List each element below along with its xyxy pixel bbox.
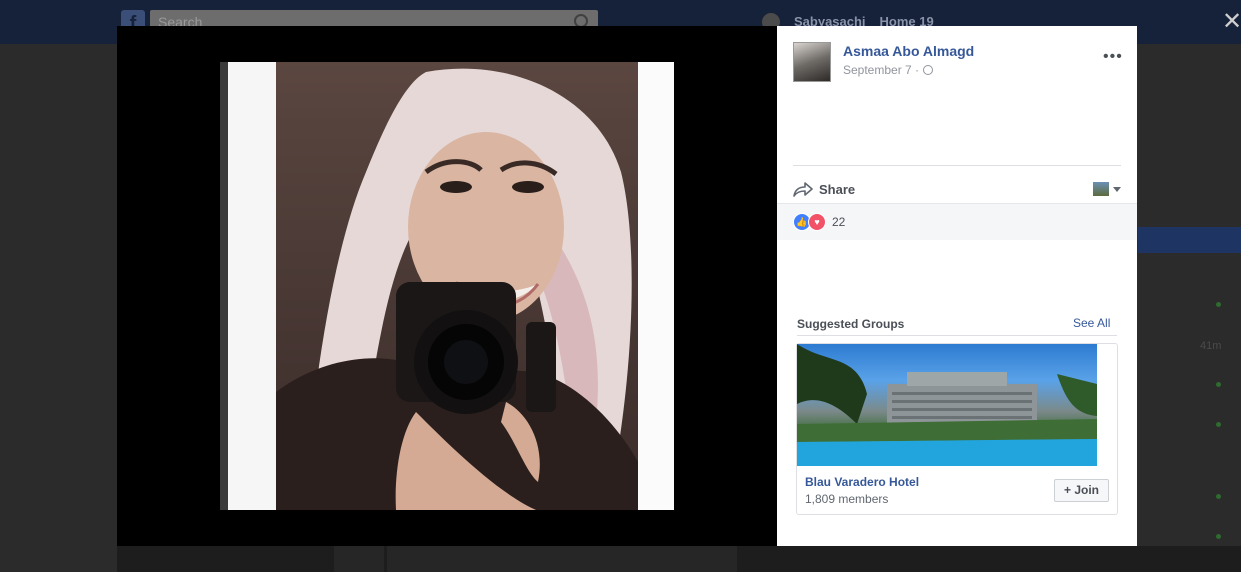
author-name-link[interactable]: Asmaa Abo Almagd <box>843 43 974 59</box>
share-arrow-icon <box>793 182 813 197</box>
post-author-block: Asmaa Abo Almagd September 7 · <box>793 42 974 82</box>
close-icon[interactable]: ✕ <box>1220 10 1241 34</box>
share-label: Share <box>819 181 856 197</box>
audience-selector[interactable] <box>1093 182 1121 196</box>
photo-stage <box>117 26 777 546</box>
reactions-bar: 👍 ♥ 22 <box>777 203 1137 240</box>
post-date-text[interactable]: September 7 · <box>843 63 919 77</box>
share-button[interactable]: Share <box>793 181 855 197</box>
background-block <box>334 546 384 572</box>
divider <box>793 165 1121 166</box>
hotel-illustration <box>797 344 1097 466</box>
page-thumbnail-icon <box>1093 182 1109 196</box>
photo-edge <box>228 62 276 510</box>
divider <box>797 335 1117 336</box>
love-reaction-icon[interactable]: ♥ <box>808 213 826 231</box>
globe-icon <box>923 65 934 75</box>
post-photo[interactable] <box>220 62 674 510</box>
post-sidebar: Asmaa Abo Almagd September 7 · ••• Share… <box>777 26 1137 546</box>
online-dot-icon <box>1216 422 1221 427</box>
portrait-illustration <box>276 68 638 510</box>
join-group-button[interactable]: + Join <box>1054 479 1109 502</box>
background-time-label: 41m <box>1200 340 1222 352</box>
background-right-bar <box>1138 227 1241 253</box>
share-row: Share <box>793 176 1121 202</box>
see-all-link[interactable]: See All <box>1073 316 1110 330</box>
online-dot-icon <box>1216 534 1221 539</box>
suggested-groups-title: Suggested Groups <box>797 317 905 331</box>
group-card: Blau Varadero Hotel 1,809 members + Join <box>796 343 1118 515</box>
group-name-link[interactable]: Blau Varadero Hotel <box>805 475 919 489</box>
photo-content <box>276 62 638 510</box>
online-dot-icon <box>1216 382 1221 387</box>
photo-edge <box>220 62 228 510</box>
photo-edge <box>638 62 674 510</box>
more-options-icon[interactable]: ••• <box>1103 49 1123 65</box>
author-avatar[interactable] <box>793 42 831 82</box>
background-block <box>387 546 737 572</box>
post-date: September 7 · <box>843 63 974 77</box>
online-dot-icon <box>1216 494 1221 499</box>
reaction-count[interactable]: 22 <box>832 215 845 229</box>
online-dot-icon <box>1216 302 1221 307</box>
group-cover-image[interactable] <box>797 344 1097 466</box>
chevron-down-icon <box>1113 186 1121 192</box>
group-members-count: 1,809 members <box>805 492 889 506</box>
background-bottom-strip <box>117 546 1241 572</box>
